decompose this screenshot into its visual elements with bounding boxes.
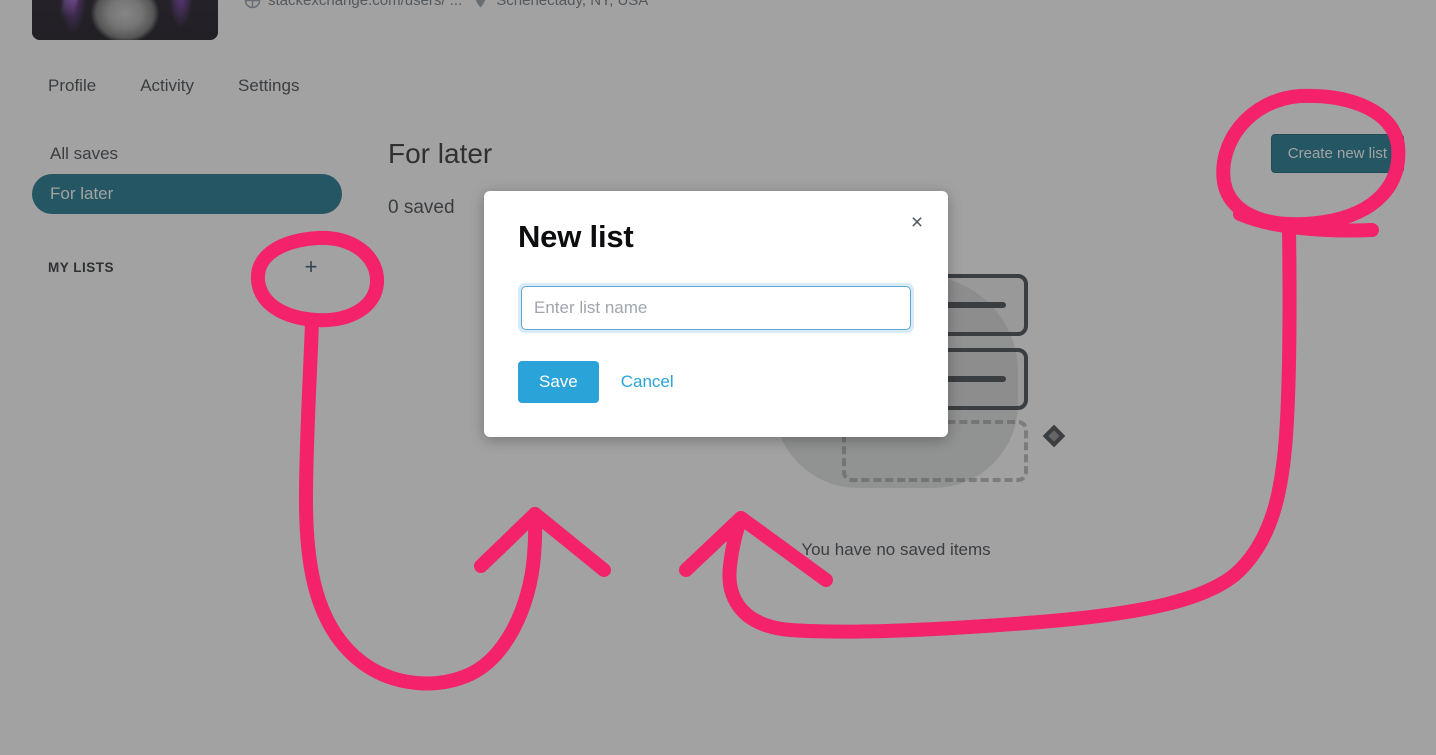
list-name-field-wrapper [518,283,914,333]
close-icon[interactable]: × [904,209,930,235]
cancel-button[interactable]: Cancel [621,372,674,392]
screen-root: stackexchange.com/users/ ... Schenectady… [0,0,1436,755]
modal-actions: Save Cancel [518,361,914,403]
new-list-modal: × New list Save Cancel [484,191,948,437]
save-button[interactable]: Save [518,361,599,403]
list-name-input[interactable] [521,286,911,330]
modal-title: New list [518,219,634,254]
